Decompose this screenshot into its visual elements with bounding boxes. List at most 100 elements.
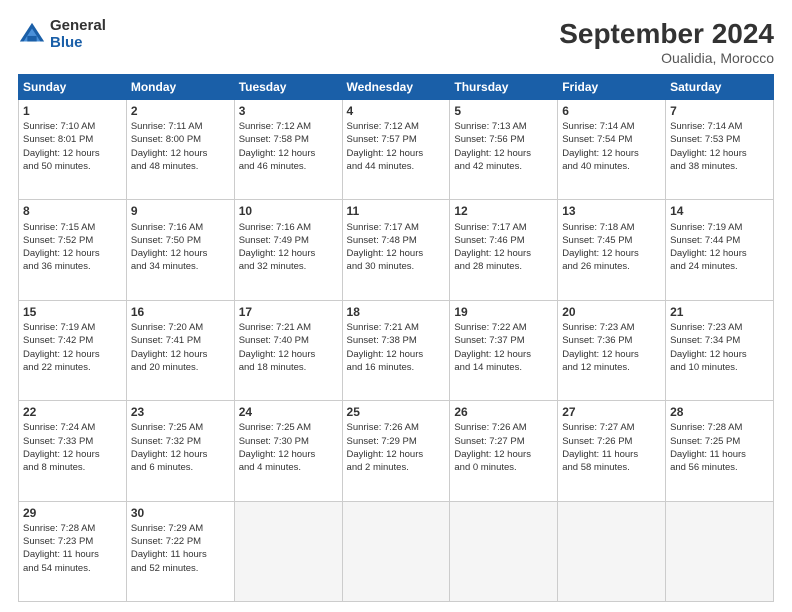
day-number: 2 [131, 103, 230, 119]
table-cell: 24Sunrise: 7:25 AMSunset: 7:30 PMDayligh… [234, 401, 342, 501]
logo-blue-text: Blue [50, 35, 106, 52]
day-number: 26 [454, 404, 553, 420]
month-title: September 2024 [559, 18, 774, 50]
table-cell [234, 501, 342, 601]
day-info: Sunrise: 7:14 AMSunset: 7:53 PMDaylight:… [670, 120, 769, 173]
table-cell: 2Sunrise: 7:11 AMSunset: 8:00 PMDaylight… [126, 100, 234, 200]
logo-general-text: General [50, 18, 106, 35]
page: General Blue September 2024 Oualidia, Mo… [0, 0, 792, 612]
logo-icon [18, 21, 46, 49]
table-cell [558, 501, 666, 601]
day-number: 3 [239, 103, 338, 119]
day-number: 19 [454, 304, 553, 320]
week-row-2: 8 Sunrise: 7:15 AMSunset: 7:52 PMDaylight… [19, 200, 774, 300]
day-number: 7 [670, 103, 769, 119]
day-info: Sunrise: 7:27 AMSunset: 7:26 PMDaylight:… [562, 421, 661, 474]
day-info: Sunrise: 7:28 AMSunset: 7:25 PMDaylight:… [670, 421, 769, 474]
table-cell: 30Sunrise: 7:29 AMSunset: 7:22 PMDayligh… [126, 501, 234, 601]
day-info: Sunrise: 7:22 AMSunset: 7:37 PMDaylight:… [454, 321, 553, 374]
table-cell: 25Sunrise: 7:26 AMSunset: 7:29 PMDayligh… [342, 401, 450, 501]
table-cell: 27Sunrise: 7:27 AMSunset: 7:26 PMDayligh… [558, 401, 666, 501]
logo: General Blue [18, 18, 106, 51]
day-info: Sunrise: 7:19 AMSunset: 7:44 PMDaylight:… [670, 221, 769, 274]
table-cell: 29Sunrise: 7:28 AMSunset: 7:23 PMDayligh… [19, 501, 127, 601]
table-cell [342, 501, 450, 601]
week-row-5: 29Sunrise: 7:28 AMSunset: 7:23 PMDayligh… [19, 501, 774, 601]
day-number: 25 [347, 404, 446, 420]
day-info: Sunrise: 7:24 AMSunset: 7:33 PMDaylight:… [23, 421, 122, 474]
day-number: 14 [670, 203, 769, 219]
table-cell: 17Sunrise: 7:21 AMSunset: 7:40 PMDayligh… [234, 300, 342, 400]
day-number: 16 [131, 304, 230, 320]
day-number: 30 [131, 505, 230, 521]
table-cell: 4Sunrise: 7:12 AMSunset: 7:57 PMDaylight… [342, 100, 450, 200]
day-number: 23 [131, 404, 230, 420]
col-friday: Friday [558, 75, 666, 100]
day-number: 28 [670, 404, 769, 420]
day-number: 18 [347, 304, 446, 320]
day-info: Sunrise: 7:16 AMSunset: 7:49 PMDaylight:… [239, 221, 338, 274]
day-info: Sunrise: 7:12 AMSunset: 7:58 PMDaylight:… [239, 120, 338, 173]
day-info: Sunrise: 7:14 AMSunset: 7:54 PMDaylight:… [562, 120, 661, 173]
day-info: Sunrise: 7:19 AMSunset: 7:42 PMDaylight:… [23, 321, 122, 374]
day-number: 8 [23, 203, 122, 219]
subtitle: Oualidia, Morocco [559, 50, 774, 66]
day-number: 10 [239, 203, 338, 219]
day-info: Sunrise: 7:26 AMSunset: 7:27 PMDaylight:… [454, 421, 553, 474]
day-info: Sunrise: 7:20 AMSunset: 7:41 PMDaylight:… [131, 321, 230, 374]
table-cell: 1Sunrise: 7:10 AMSunset: 8:01 PMDaylight… [19, 100, 127, 200]
col-saturday: Saturday [666, 75, 774, 100]
day-info: Sunrise: 7:25 AMSunset: 7:30 PMDaylight:… [239, 421, 338, 474]
week-row-3: 15Sunrise: 7:19 AMSunset: 7:42 PMDayligh… [19, 300, 774, 400]
table-cell: 14 Sunrise: 7:19 AMSunset: 7:44 PMDayligh… [666, 200, 774, 300]
col-thursday: Thursday [450, 75, 558, 100]
day-info: Sunrise: 7:29 AMSunset: 7:22 PMDaylight:… [131, 522, 230, 575]
day-number: 5 [454, 103, 553, 119]
table-cell: 23Sunrise: 7:25 AMSunset: 7:32 PMDayligh… [126, 401, 234, 501]
table-cell [450, 501, 558, 601]
col-monday: Monday [126, 75, 234, 100]
day-info: Sunrise: 7:28 AMSunset: 7:23 PMDaylight:… [23, 522, 122, 575]
day-info: Sunrise: 7:17 AMSunset: 7:46 PMDaylight:… [454, 221, 553, 274]
day-number: 11 [347, 203, 446, 219]
day-info: Sunrise: 7:17 AMSunset: 7:48 PMDaylight:… [347, 221, 446, 274]
table-cell: 6Sunrise: 7:14 AMSunset: 7:54 PMDaylight… [558, 100, 666, 200]
table-cell: 16Sunrise: 7:20 AMSunset: 7:41 PMDayligh… [126, 300, 234, 400]
table-cell: 18Sunrise: 7:21 AMSunset: 7:38 PMDayligh… [342, 300, 450, 400]
day-number: 24 [239, 404, 338, 420]
day-info: Sunrise: 7:10 AMSunset: 8:01 PMDaylight:… [23, 120, 122, 173]
day-info: Sunrise: 7:21 AMSunset: 7:40 PMDaylight:… [239, 321, 338, 374]
col-tuesday: Tuesday [234, 75, 342, 100]
day-info: Sunrise: 7:23 AMSunset: 7:34 PMDaylight:… [670, 321, 769, 374]
day-info: Sunrise: 7:15 AMSunset: 7:52 PMDaylight:… [23, 221, 122, 274]
table-cell: 5Sunrise: 7:13 AMSunset: 7:56 PMDaylight… [450, 100, 558, 200]
table-cell: 15Sunrise: 7:19 AMSunset: 7:42 PMDayligh… [19, 300, 127, 400]
table-cell: 28Sunrise: 7:28 AMSunset: 7:25 PMDayligh… [666, 401, 774, 501]
day-number: 17 [239, 304, 338, 320]
day-number: 4 [347, 103, 446, 119]
day-info: Sunrise: 7:25 AMSunset: 7:32 PMDaylight:… [131, 421, 230, 474]
table-cell: 13Sunrise: 7:18 AMSunset: 7:45 PMDayligh… [558, 200, 666, 300]
day-number: 9 [131, 203, 230, 219]
day-number: 15 [23, 304, 122, 320]
day-number: 13 [562, 203, 661, 219]
table-cell: 9 Sunrise: 7:16 AMSunset: 7:50 PMDaylight… [126, 200, 234, 300]
day-number: 20 [562, 304, 661, 320]
table-cell: 11 Sunrise: 7:17 AMSunset: 7:48 PMDayligh… [342, 200, 450, 300]
table-cell: 20Sunrise: 7:23 AMSunset: 7:36 PMDayligh… [558, 300, 666, 400]
day-number: 27 [562, 404, 661, 420]
day-info: Sunrise: 7:16 AMSunset: 7:50 PMDaylight:… [131, 221, 230, 274]
table-cell: 21Sunrise: 7:23 AMSunset: 7:34 PMDayligh… [666, 300, 774, 400]
day-info: Sunrise: 7:13 AMSunset: 7:56 PMDaylight:… [454, 120, 553, 173]
table-cell: 10 Sunrise: 7:16 AMSunset: 7:49 PMDayligh… [234, 200, 342, 300]
table-cell: 19Sunrise: 7:22 AMSunset: 7:37 PMDayligh… [450, 300, 558, 400]
table-cell: 7Sunrise: 7:14 AMSunset: 7:53 PMDaylight… [666, 100, 774, 200]
day-info: Sunrise: 7:12 AMSunset: 7:57 PMDaylight:… [347, 120, 446, 173]
table-cell [666, 501, 774, 601]
table-cell: 3Sunrise: 7:12 AMSunset: 7:58 PMDaylight… [234, 100, 342, 200]
day-info: Sunrise: 7:21 AMSunset: 7:38 PMDaylight:… [347, 321, 446, 374]
day-number: 6 [562, 103, 661, 119]
day-info: Sunrise: 7:23 AMSunset: 7:36 PMDaylight:… [562, 321, 661, 374]
weekday-header-row: Sunday Monday Tuesday Wednesday Thursday… [19, 75, 774, 100]
day-number: 1 [23, 103, 122, 119]
